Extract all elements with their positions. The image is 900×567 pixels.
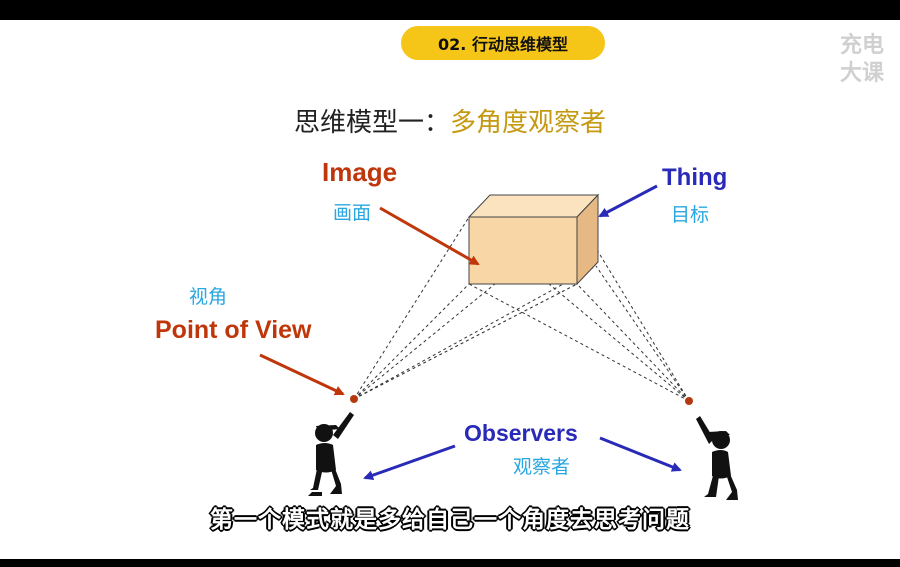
observers-arrow-left	[363, 444, 456, 481]
point-of-view-label-zh: 视角	[189, 286, 228, 308]
video-subtitle: 第一个模式就是多给自己一个角度去思考问题	[210, 507, 690, 533]
observers-label: Observers	[464, 420, 578, 446]
thing-label: Thing	[662, 164, 728, 191]
left-observer-figure	[308, 412, 354, 496]
slide: 02. 行动思维模型 充电 大课 思维模型一：多角度观察者 Image 画面 T…	[0, 20, 900, 559]
point-of-view-label: Point of View	[155, 316, 312, 344]
image-label: Image	[322, 157, 398, 187]
right-eye-dot	[685, 397, 693, 405]
observer-diagram	[259, 184, 738, 500]
left-eye-dot	[350, 395, 358, 403]
box-object	[467, 193, 600, 286]
right-observer-figure	[696, 416, 738, 500]
image-label-zh: 画面	[333, 202, 372, 224]
observers-label-zh: 观察者	[513, 456, 571, 478]
observers-arrow-right	[599, 436, 682, 472]
point-of-view-arrow	[259, 353, 345, 396]
thing-arrow	[598, 184, 658, 218]
image-arrow	[379, 206, 480, 266]
thing-label-zh: 目标	[671, 204, 710, 226]
